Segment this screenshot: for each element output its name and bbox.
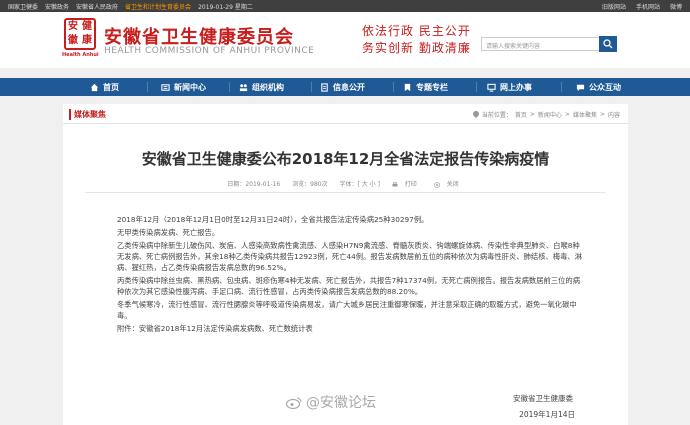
logo-char: 康 xyxy=(82,35,92,46)
weibo-watermark: @安徽论坛 xyxy=(286,392,376,412)
old-site-link[interactable]: 旧版网站 xyxy=(602,2,626,11)
nav-label: 首页 xyxy=(103,82,119,92)
nav-item-news[interactable]: 新闻中心 xyxy=(161,78,206,96)
breadcrumb-link-home[interactable]: 首页 xyxy=(515,110,527,119)
signature-organization: 安徽省卫生健康委 xyxy=(513,394,573,403)
article-meta: 日期：2019-01-16 浏览：980次 字体：[ 大 小 ] 打印 关闭 xyxy=(63,179,628,188)
site-header: 安 健 徽 康 Health Anhui 安徽省卫生健康委员会 HEALTH C… xyxy=(0,12,690,68)
signature-date: 2019年1月14日 xyxy=(519,410,575,419)
close-button[interactable]: 关闭 xyxy=(433,181,464,188)
top-right-links: 旧版网站 手机网站 微博 xyxy=(602,2,682,11)
font-size-control[interactable]: 字体：[ 大 小 ] xyxy=(340,181,380,188)
watermark-text: @安徽论坛 xyxy=(306,395,376,411)
attachment-link[interactable]: 附件：安徽省2018年12月法定传染病发病数、死亡数统计表 xyxy=(117,323,583,334)
print-button[interactable]: 打印 xyxy=(392,181,424,188)
bookmark-icon xyxy=(404,83,411,91)
logo-char: 徽 xyxy=(68,35,78,46)
nav-item-special-topics[interactable]: 专题专栏 xyxy=(403,78,448,96)
site-title-english: HEALTH COMMISSION OF ANHUI PROVINCE xyxy=(104,46,315,56)
nav-item-organization[interactable]: 组织机构 xyxy=(239,78,284,96)
publish-date: 日期：2019-01-16 xyxy=(227,181,281,188)
print-label: 打印 xyxy=(404,181,417,188)
nav-label: 信息公开 xyxy=(333,82,365,92)
logo-char: 健 xyxy=(82,21,92,32)
weibo-link[interactable]: 微博 xyxy=(670,2,682,11)
slogan-line: 依法行政 民主公开 xyxy=(362,24,471,38)
close-label: 关闭 xyxy=(446,181,459,188)
search-button[interactable] xyxy=(599,36,617,52)
breadcrumb-separator: > xyxy=(564,111,570,118)
print-icon xyxy=(392,181,398,186)
nav-label: 网上办事 xyxy=(500,82,532,92)
article-body: 2018年12月（2018年12月1日0时至12月31日24时），全省共报告法定… xyxy=(117,214,583,336)
article-paragraph: 2018年12月（2018年12月1日0时至12月31日24时），全省共报告法定… xyxy=(117,215,429,224)
organization-icon xyxy=(239,83,248,91)
breadcrumb-separator: > xyxy=(599,111,605,118)
top-link[interactable]: 省卫生和计划生育委员会 xyxy=(125,2,191,11)
view-count: 浏览：980次 xyxy=(292,181,328,188)
top-link[interactable]: 安徽省人民政府 xyxy=(76,2,118,11)
nav-label: 新闻中心 xyxy=(174,82,206,92)
breadcrumb-row: 媒体聚焦 当前位置： 首页 > 新闻中心 > 媒体聚焦 > 内容 xyxy=(63,104,628,124)
breadcrumb-prefix: 当前位置： xyxy=(481,112,512,119)
monitor-icon xyxy=(487,83,496,92)
news-icon xyxy=(161,83,170,91)
top-link[interactable]: 国家卫健委 xyxy=(8,2,38,11)
nav-item-home[interactable]: 首页 xyxy=(90,78,119,96)
slogan: 依法行政 民主公开 务实创新 勤政清廉 xyxy=(362,23,471,57)
nav-item-online-services[interactable]: 网上办事 xyxy=(487,78,532,96)
nav-label: 组织机构 xyxy=(252,82,284,92)
home-icon xyxy=(90,83,99,91)
breadcrumb-link-news[interactable]: 新闻中心 xyxy=(538,110,562,119)
breadcrumb-separator: > xyxy=(529,111,535,118)
content-panel: 媒体聚焦 当前位置： 首页 > 新闻中心 > 媒体聚焦 > 内容 安徽省卫生健康… xyxy=(63,104,628,425)
article-title: 安徽省卫生健康委公布2018年12月全省法定报告传染病疫情 xyxy=(141,150,550,168)
article-paragraph: 乙类传染病中除新生儿破伤风、炭疽、人感染高致病性禽流感、人感染H7N9禽流感、脊… xyxy=(117,241,582,272)
site-logo[interactable]: 安 健 徽 康 xyxy=(64,18,96,50)
article-paragraph: 无甲类传染病发病、死亡报告。 xyxy=(117,228,220,237)
article-paragraph: 冬季气候寒冷，流行性感冒、流行性腮腺炎等呼吸道传染病易发，请广大城乡居民注重御寒… xyxy=(117,300,577,320)
nav-item-info-public[interactable]: 信息公开 xyxy=(320,78,365,96)
nav-label: 公众互动 xyxy=(589,82,621,92)
article-paragraph: 丙类传染病中除丝虫病、黑热病、包虫病、斑疹伤寒4种无发病、死亡报告外，共报告7种… xyxy=(117,276,581,296)
section-tag: 媒体聚焦 xyxy=(69,109,106,120)
breadcrumb: 当前位置： 首页 > 新闻中心 > 媒体聚焦 > 内容 xyxy=(472,110,620,119)
search-input[interactable]: 请输入搜索关键内容 xyxy=(481,37,617,51)
divider xyxy=(85,192,606,193)
slogan-line: 务实创新 勤政清廉 xyxy=(362,41,471,55)
current-date: 2019-01-29 星期二 xyxy=(198,4,253,11)
chat-icon xyxy=(576,84,585,91)
search-icon xyxy=(603,39,613,49)
mobile-site-link[interactable]: 手机网站 xyxy=(636,2,660,11)
breadcrumb-link-media[interactable]: 媒体聚焦 xyxy=(573,110,597,119)
location-icon xyxy=(472,111,479,118)
top-utility-bar: 国家卫健委 安徽政务 安徽省人民政府 省卫生和计划生育委员会 2019-01-2… xyxy=(0,0,690,12)
logo-subtitle: Health Anhui xyxy=(62,52,99,58)
nav-item-public-interaction[interactable]: 公众互动 xyxy=(576,78,621,96)
nav-label: 专题专栏 xyxy=(416,82,448,92)
document-icon xyxy=(321,82,328,92)
weibo-icon xyxy=(286,396,302,409)
top-links: 国家卫健委 安徽政务 安徽省人民政府 省卫生和计划生育委员会 2019-01-2… xyxy=(8,2,253,11)
close-icon xyxy=(433,181,440,188)
logo-char: 安 xyxy=(68,21,78,32)
top-link[interactable]: 安徽政务 xyxy=(45,2,69,11)
breadcrumb-current: 内容 xyxy=(607,112,620,119)
main-nav: 首页 新闻中心 组织机构 信息公开 专题专栏 网上办事 公众互动 xyxy=(0,78,690,96)
